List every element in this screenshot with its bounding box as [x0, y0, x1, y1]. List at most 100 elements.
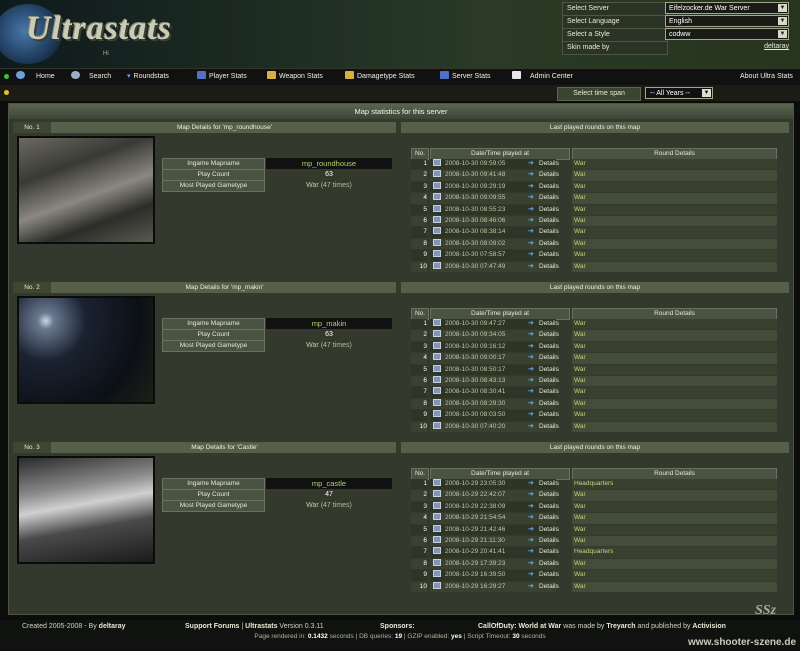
round-gametype-link[interactable]: War [572, 193, 777, 204]
round-icon[interactable] [433, 410, 441, 418]
details-link[interactable]: ➔ Details [528, 479, 568, 489]
details-link[interactable]: ➔ Details [528, 513, 568, 523]
round-icon[interactable] [433, 215, 441, 223]
round-icon[interactable] [433, 159, 441, 166]
chevron-down-icon[interactable]: ▼ [778, 4, 787, 12]
round-icon[interactable] [433, 204, 441, 212]
round-icon[interactable] [433, 170, 441, 178]
round-icon[interactable] [433, 524, 441, 532]
details-link[interactable]: ➔ Details [528, 193, 568, 203]
details-link[interactable]: ➔ Details [528, 353, 568, 363]
round-gametype-link[interactable]: War [572, 319, 777, 330]
ultrastats-link[interactable]: Ultrastats [245, 623, 277, 630]
round-gametype-link[interactable]: Headquarters [572, 547, 777, 558]
round-gametype-link[interactable]: War [572, 159, 777, 170]
round-icon[interactable] [433, 513, 441, 521]
round-gametype-link[interactable]: War [572, 581, 777, 592]
nav-admin-center[interactable]: Admin Center [512, 69, 573, 85]
chevron-down-icon[interactable]: ▼ [778, 30, 787, 38]
details-link[interactable]: ➔ Details [528, 170, 568, 180]
round-gametype-link[interactable]: War [572, 570, 777, 581]
developer-link[interactable]: Treyarch [606, 623, 635, 630]
details-link[interactable]: ➔ Details [528, 319, 568, 329]
round-icon[interactable] [433, 490, 441, 498]
round-gametype-link[interactable]: War [572, 375, 777, 387]
details-link[interactable]: ➔ Details [528, 250, 568, 260]
details-link[interactable]: ➔ Details [528, 399, 568, 409]
round-icon[interactable] [433, 261, 441, 269]
round-gametype-link[interactable]: War [572, 501, 777, 513]
round-icon[interactable] [433, 353, 441, 361]
round-icon[interactable] [433, 581, 441, 589]
round-gametype-link[interactable]: War [572, 330, 777, 341]
round-icon[interactable] [433, 570, 441, 578]
round-gametype-link[interactable]: War [572, 535, 777, 547]
round-icon[interactable] [433, 387, 441, 395]
publisher-link[interactable]: Activision [692, 623, 725, 630]
style-select[interactable]: codww ▼ [665, 28, 789, 40]
round-icon[interactable] [433, 227, 441, 235]
details-link[interactable]: ➔ Details [528, 422, 568, 432]
nav-weapon-stats[interactable]: Weapon Stats [267, 69, 323, 85]
details-link[interactable]: ➔ Details [528, 559, 568, 569]
round-icon[interactable] [433, 181, 441, 189]
round-gametype-link[interactable]: War [572, 524, 777, 535]
round-icon[interactable] [433, 535, 441, 543]
round-icon[interactable] [433, 193, 441, 201]
details-link[interactable]: ➔ Details [528, 330, 568, 340]
details-link[interactable]: ➔ Details [528, 570, 568, 580]
round-gametype-link[interactable]: War [572, 421, 777, 432]
round-icon[interactable] [433, 479, 441, 486]
language-select[interactable]: English ▼ [665, 15, 789, 27]
round-gametype-link[interactable]: War [572, 353, 777, 364]
details-link[interactable]: ➔ Details [528, 387, 568, 397]
nav-roundstats[interactable]: ▾ Roundstats [127, 69, 169, 85]
round-icon[interactable] [433, 547, 441, 555]
round-gametype-link[interactable]: War [572, 204, 777, 215]
nav-about[interactable]: About Ultra Stats [740, 69, 793, 85]
details-link[interactable]: ➔ Details [528, 536, 568, 546]
details-link[interactable]: ➔ Details [528, 582, 568, 592]
round-gametype-link[interactable]: War [572, 410, 777, 421]
round-gametype-link[interactable]: War [572, 250, 777, 261]
details-link[interactable]: ➔ Details [528, 205, 568, 215]
round-gametype-link[interactable]: War [572, 227, 777, 238]
timespan-select[interactable]: -- All Years -- ▼ [645, 87, 713, 99]
round-gametype-link[interactable]: War [572, 490, 777, 501]
details-link[interactable]: ➔ Details [528, 410, 568, 420]
nav-search[interactable]: Search [71, 69, 111, 85]
details-link[interactable]: ➔ Details [528, 262, 568, 272]
round-icon[interactable] [433, 375, 441, 383]
chevron-down-icon[interactable]: ▼ [778, 17, 787, 25]
round-icon[interactable] [433, 341, 441, 349]
skin-author-link[interactable]: deltaray [665, 41, 789, 53]
details-link[interactable]: ➔ Details [528, 376, 568, 386]
round-icon[interactable] [433, 364, 441, 372]
details-link[interactable]: ➔ Details [528, 216, 568, 226]
round-icon[interactable] [433, 330, 441, 338]
details-link[interactable]: ➔ Details [528, 182, 568, 192]
round-gametype-link[interactable]: War [572, 341, 777, 353]
details-link[interactable]: ➔ Details [528, 239, 568, 249]
nav-damagetype-stats[interactable]: Damagetype Stats [345, 69, 415, 85]
nav-home[interactable]: Home [16, 69, 55, 85]
support-forums-link[interactable]: Support Forums [185, 623, 239, 630]
round-gametype-link[interactable]: War [572, 513, 777, 524]
details-link[interactable]: ➔ Details [528, 227, 568, 237]
round-icon[interactable] [433, 398, 441, 406]
round-icon[interactable] [433, 421, 441, 429]
round-gametype-link[interactable]: War [572, 364, 777, 375]
round-icon[interactable] [433, 558, 441, 566]
details-link[interactable]: ➔ Details [528, 342, 568, 352]
round-gametype-link[interactable]: War [572, 215, 777, 227]
round-gametype-link[interactable]: War [572, 261, 777, 272]
round-icon[interactable] [433, 319, 441, 326]
round-gametype-link[interactable]: Headquarters [572, 479, 777, 490]
round-gametype-link[interactable]: War [572, 558, 777, 570]
round-gametype-link[interactable]: War [572, 387, 777, 398]
details-link[interactable]: ➔ Details [528, 547, 568, 557]
round-gametype-link[interactable]: War [572, 170, 777, 181]
details-link[interactable]: ➔ Details [528, 365, 568, 375]
chevron-down-icon[interactable]: ▼ [702, 89, 711, 97]
round-gametype-link[interactable]: War [572, 181, 777, 193]
